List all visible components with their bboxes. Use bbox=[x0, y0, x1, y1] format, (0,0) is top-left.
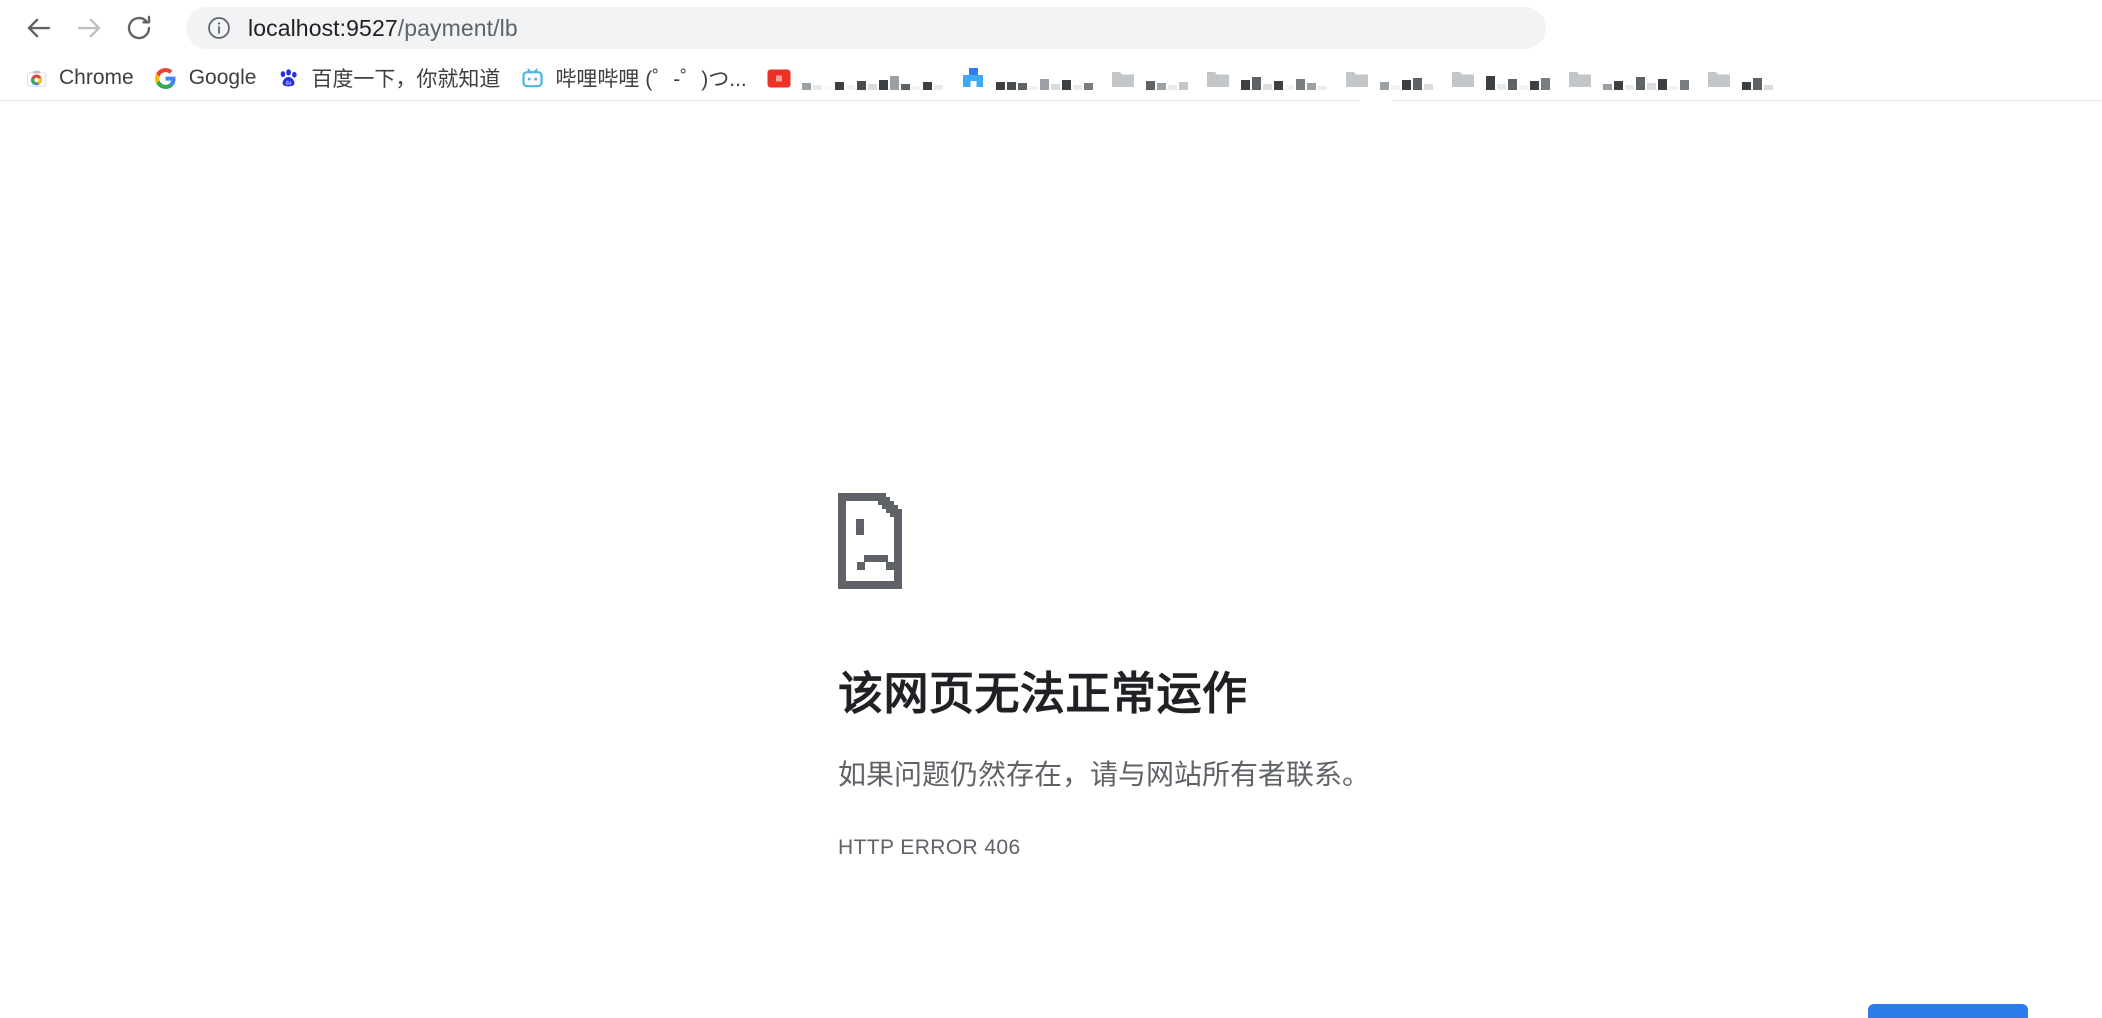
bilibili-tv-icon bbox=[520, 66, 544, 90]
error-content: 该网页无法正常运作 如果问题仍然存在，请与网站所有者联系。 HTTP ERROR… bbox=[838, 493, 1738, 860]
bookmark-baidu[interactable]: du 百度一下，你就知道 bbox=[268, 61, 508, 95]
info-circle-icon[interactable] bbox=[206, 15, 232, 41]
address-bar-text: localhost:9527/payment/lb bbox=[248, 15, 518, 42]
svg-text:du: du bbox=[286, 80, 292, 86]
address-bar-host: localhost:9527 bbox=[248, 14, 398, 41]
bookmark-label: 哔哩哔哩 (゜-゜)つ... bbox=[555, 68, 747, 91]
error-code: HTTP ERROR 406 bbox=[838, 835, 1021, 859]
bookmark-redacted[interactable] bbox=[1103, 61, 1198, 95]
sad-page-icon bbox=[838, 493, 1738, 589]
redacted-text bbox=[801, 66, 945, 90]
bookmark-redacted[interactable] bbox=[1699, 61, 1783, 95]
bookmark-redacted[interactable] bbox=[759, 61, 953, 95]
browser-toolbar: localhost:9527/payment/lb bbox=[0, 0, 2102, 56]
blue-app-icon bbox=[961, 66, 985, 90]
bookmark-label: Google bbox=[188, 66, 257, 89]
google-g-icon bbox=[154, 66, 178, 90]
bookmark-chrome[interactable]: Chrome bbox=[16, 61, 142, 95]
redacted-text bbox=[995, 66, 1095, 90]
baidu-paw-icon: du bbox=[276, 66, 300, 90]
bookmark-label: Chrome bbox=[59, 66, 134, 89]
folder-icon bbox=[1111, 66, 1135, 90]
forward-button[interactable] bbox=[64, 3, 114, 53]
bookmark-bilibili[interactable]: 哔哩哔哩 (゜-゜)つ... bbox=[512, 61, 754, 95]
browser-chrome: localhost:9527/payment/lb Chrome Google … bbox=[0, 0, 2102, 101]
error-title: 该网页无法正常运作 bbox=[838, 668, 1248, 719]
error-page: 该网页无法正常运作 如果问题仍然存在，请与网站所有者联系。 HTTP ERROR… bbox=[0, 101, 2102, 1018]
folder-icon bbox=[1568, 66, 1592, 90]
redacted-text bbox=[1741, 66, 1775, 90]
reload-button[interactable] bbox=[114, 3, 164, 53]
bookmark-redacted[interactable] bbox=[1443, 61, 1560, 95]
bookmark-redacted[interactable] bbox=[1337, 61, 1443, 95]
chrome-webstore-icon bbox=[24, 66, 48, 90]
address-bar[interactable]: localhost:9527/payment/lb bbox=[186, 7, 1546, 49]
address-bar-path: /payment/lb bbox=[397, 14, 518, 41]
redacted-text bbox=[1485, 66, 1552, 90]
redacted-text bbox=[1240, 66, 1329, 90]
redacted-text bbox=[1379, 66, 1435, 90]
youtube-icon bbox=[767, 66, 791, 90]
redacted-text bbox=[1602, 66, 1691, 90]
reload-page-button[interactable]: 重新加载 bbox=[1868, 1004, 2029, 1018]
error-subtitle: 如果问题仍然存在，请与网站所有者联系。 bbox=[838, 759, 1371, 790]
bookmark-redacted[interactable] bbox=[1198, 61, 1337, 95]
bookmark-label: 百度一下，你就知道 bbox=[311, 68, 501, 91]
redacted-text bbox=[1145, 66, 1190, 90]
bookmark-redacted[interactable] bbox=[1560, 61, 1699, 95]
bookmark-google[interactable]: Google bbox=[146, 61, 265, 95]
folder-icon bbox=[1451, 66, 1475, 90]
bookmark-redacted[interactable] bbox=[953, 61, 1103, 95]
arrow-left-icon bbox=[24, 13, 54, 43]
folder-icon bbox=[1707, 66, 1731, 90]
bookmarks-bar: Chrome Google du 百度一下，你就知道 哔哩哔哩 (゜-゜)つ..… bbox=[0, 56, 2102, 100]
arrow-right-icon bbox=[74, 13, 104, 43]
folder-icon bbox=[1345, 66, 1369, 90]
back-button[interactable] bbox=[14, 3, 64, 53]
folder-icon bbox=[1206, 66, 1230, 90]
reload-icon bbox=[124, 13, 154, 43]
